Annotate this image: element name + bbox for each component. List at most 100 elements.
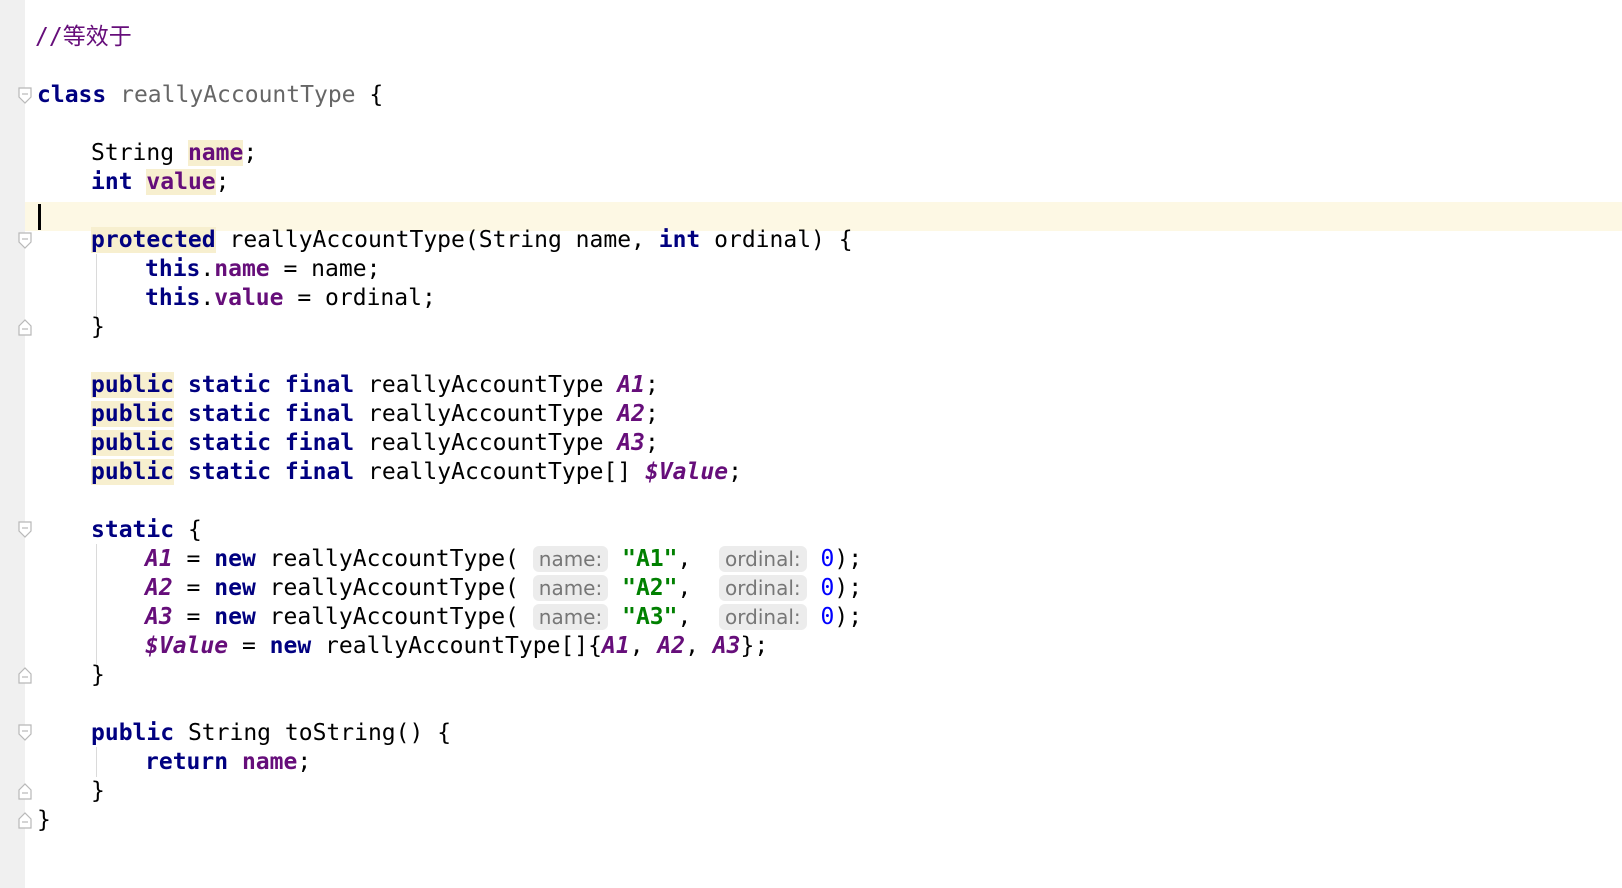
- array-init-open: reallyAccountType[]{: [311, 633, 602, 659]
- array-item: A3: [712, 633, 741, 659]
- protected-keyword: protected: [91, 227, 216, 253]
- static-keyword: static: [187, 459, 272, 485]
- code-line-constructor-close: }: [91, 312, 105, 342]
- indent-guide: [96, 747, 97, 777]
- ctor-call: reallyAccountType(: [255, 604, 519, 630]
- code-line-static-block: static {: [91, 515, 202, 545]
- semicolon: ;: [215, 169, 230, 195]
- number-literal: 0: [820, 604, 835, 630]
- tostring-signature: String toString() {: [174, 720, 452, 746]
- code-line-init-a1: A1 = new reallyAccountType( name: "A1", …: [145, 546, 863, 572]
- final-keyword: final: [284, 430, 355, 456]
- dot: .: [200, 256, 215, 282]
- field-value: value: [214, 285, 284, 311]
- return-keyword: return: [145, 749, 229, 775]
- open-brace: {: [369, 82, 384, 108]
- close-brace: }: [91, 778, 105, 804]
- param-hint-ordinal: ordinal:: [719, 604, 807, 630]
- int-keyword: int: [658, 227, 701, 253]
- semicolon: ;: [644, 401, 659, 427]
- constructor-signature: reallyAccountType(String name,: [215, 227, 659, 253]
- code-editor[interactable]: //等效于 class reallyAccountType { String n…: [25, 0, 1622, 888]
- string-literal: "A2": [622, 575, 678, 601]
- field-name: name: [187, 140, 244, 166]
- param-hint-name: name:: [532, 546, 609, 572]
- init-var: A2: [145, 575, 173, 601]
- decl-type: reallyAccountType: [368, 372, 604, 398]
- code-line-tostring-close: }: [91, 776, 105, 806]
- final-keyword: final: [284, 459, 355, 485]
- assign-name: = name;: [269, 256, 381, 282]
- this-keyword: this: [145, 256, 201, 282]
- semicolon: ;: [728, 459, 742, 485]
- init-var: A3: [145, 604, 173, 630]
- decl-name: $Value: [644, 459, 729, 485]
- public-keyword: public: [91, 430, 175, 456]
- decl-array-type: reallyAccountType[]: [368, 459, 632, 485]
- code-line-init-value: $Value = new reallyAccountType[]{A1, A2,…: [145, 633, 769, 659]
- code-line-decl-a2: public static final reallyAccountType A2…: [91, 399, 659, 429]
- ctor-call: reallyAccountType(: [255, 575, 519, 601]
- fold-end-icon[interactable]: [17, 811, 33, 829]
- constructor-params-end: ordinal) {: [700, 227, 853, 253]
- final-keyword: final: [284, 401, 355, 427]
- code-line-init-a3: A3 = new reallyAccountType( name: "A3", …: [145, 604, 863, 630]
- code-line-return: return name;: [145, 747, 311, 777]
- code-line-decl-a1: public static final reallyAccountType A1…: [91, 370, 659, 400]
- static-keyword: static: [187, 430, 272, 456]
- comment-text: //等效于: [35, 24, 132, 50]
- code-line-constructor: protected reallyAccountType(String name,…: [91, 225, 853, 255]
- fold-end-icon[interactable]: [17, 782, 33, 800]
- array-item: A2: [657, 633, 686, 659]
- text-caret: [38, 204, 41, 230]
- string-literal: "A3": [622, 604, 678, 630]
- param-hint-name: name:: [532, 575, 609, 601]
- type-int: int: [91, 169, 133, 195]
- init-var: A1: [145, 546, 173, 572]
- class-keyword: class: [37, 82, 107, 108]
- this-keyword: this: [145, 285, 201, 311]
- assign-value: = ordinal;: [283, 285, 436, 311]
- code-line-init-a2: A2 = new reallyAccountType( name: "A2", …: [145, 575, 863, 601]
- fold-collapse-icon[interactable]: [17, 232, 33, 250]
- final-keyword: final: [284, 372, 355, 398]
- fold-end-icon[interactable]: [17, 318, 33, 336]
- fold-collapse-icon[interactable]: [17, 521, 33, 539]
- new-keyword: new: [214, 546, 256, 572]
- decl-type: reallyAccountType: [368, 401, 604, 427]
- fold-collapse-icon[interactable]: [17, 87, 33, 105]
- code-line-assign-value: this.value = ordinal;: [145, 283, 436, 313]
- type-string: String: [91, 140, 175, 166]
- field-value: value: [146, 169, 216, 195]
- close-brace: }: [91, 662, 105, 688]
- array-init-close: };: [740, 633, 769, 659]
- public-keyword: public: [91, 720, 175, 746]
- indent-guide: [96, 544, 97, 664]
- string-literal: "A1": [622, 546, 678, 572]
- number-literal: 0: [820, 575, 835, 601]
- close-brace: }: [91, 314, 105, 340]
- decl-name: A1: [617, 372, 645, 398]
- semicolon: ;: [644, 372, 659, 398]
- code-line-class-close: }: [37, 805, 51, 835]
- code-line-class-declaration: class reallyAccountType {: [37, 80, 383, 110]
- static-keyword: static: [91, 517, 175, 543]
- code-line-decl-a3: public static final reallyAccountType A3…: [91, 428, 659, 458]
- decl-name: A3: [617, 430, 645, 456]
- public-keyword: public: [91, 372, 175, 398]
- code-line-comment: //等效于: [35, 22, 132, 52]
- code-line-field-name: String name;: [91, 138, 257, 168]
- close-brace: }: [37, 807, 51, 833]
- dot: .: [200, 285, 215, 311]
- static-keyword: static: [187, 372, 272, 398]
- static-keyword: static: [187, 401, 272, 427]
- code-line-field-value: int value;: [91, 167, 230, 197]
- new-keyword: new: [214, 604, 256, 630]
- fold-collapse-icon[interactable]: [17, 724, 33, 742]
- fold-end-icon[interactable]: [17, 666, 33, 684]
- decl-name: A2: [617, 401, 645, 427]
- ctor-call: reallyAccountType(: [255, 546, 519, 572]
- semicolon: ;: [644, 430, 659, 456]
- semicolon: ;: [297, 749, 312, 775]
- semicolon: ;: [243, 140, 258, 166]
